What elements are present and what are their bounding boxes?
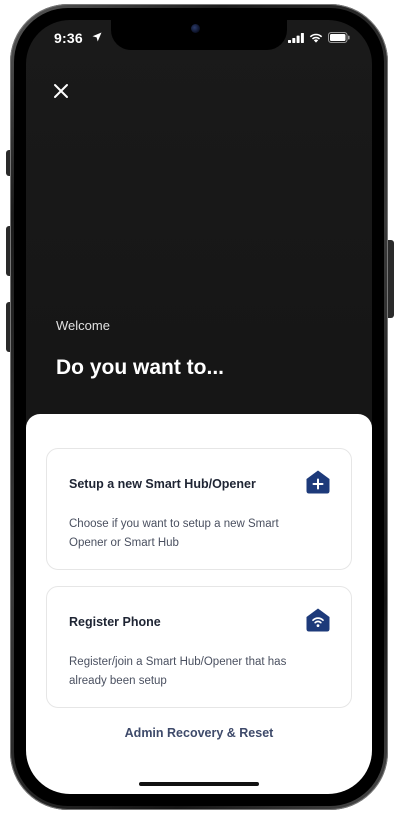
home-indicator xyxy=(139,782,259,786)
power-button xyxy=(388,240,394,318)
battery-icon xyxy=(328,32,350,43)
setup-new-hub-option[interactable]: Setup a new Smart Hub/Opener Choose if y… xyxy=(46,448,352,570)
register-phone-option[interactable]: Register Phone Register/join a Smart Hub… xyxy=(46,586,352,708)
options-sheet: Setup a new Smart Hub/Opener Choose if y… xyxy=(26,414,372,794)
camera-icon xyxy=(191,24,200,33)
admin-recovery-link[interactable]: Admin Recovery & Reset xyxy=(26,726,372,740)
notch xyxy=(111,20,287,50)
home-wifi-icon xyxy=(306,608,330,632)
location-arrow-icon xyxy=(92,32,102,42)
status-time: 9:36 xyxy=(54,30,83,46)
page-title: Do you want to... xyxy=(56,356,224,379)
phone-bezel: 9:36 Welcome Do you want to... Setup a n… xyxy=(14,8,384,806)
option-title: Register Phone xyxy=(69,615,161,629)
phone-device: 9:36 Welcome Do you want to... Setup a n… xyxy=(0,0,398,816)
home-plus-icon xyxy=(306,470,330,494)
close-icon[interactable] xyxy=(50,80,72,102)
wifi-icon xyxy=(309,33,323,43)
phone-frame: 9:36 Welcome Do you want to... Setup a n… xyxy=(10,4,388,810)
option-description: Choose if you want to setup a new Smart … xyxy=(69,518,279,549)
cellular-signal-icon xyxy=(288,32,304,43)
screen: 9:36 Welcome Do you want to... Setup a n… xyxy=(26,20,372,794)
status-indicators xyxy=(288,32,350,43)
welcome-text: Welcome xyxy=(56,318,110,333)
option-description: Register/join a Smart Hub/Opener that ha… xyxy=(69,656,287,687)
option-title: Setup a new Smart Hub/Opener xyxy=(69,477,256,491)
